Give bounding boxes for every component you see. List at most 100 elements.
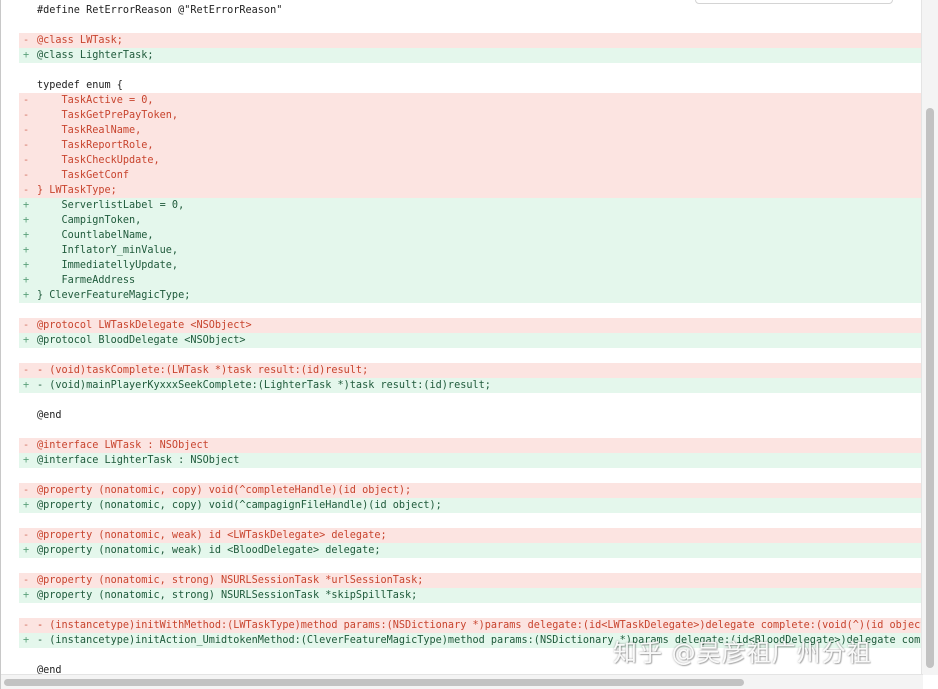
diff-line-removed: -} LWTaskType; (19, 183, 922, 198)
code-text: ImmediatellyUpdate, (37, 260, 179, 271)
code-text: TaskActive = 0, (37, 95, 154, 106)
diff-line-context (19, 513, 922, 528)
diff-line-context: #define RetErrorReason @"RetErrorReason" (19, 3, 922, 18)
diff-line-context (19, 558, 922, 573)
diff-marker: - (23, 170, 30, 181)
diff-line-removed: - @property (nonatomic, strong) NSURLSess… (19, 573, 922, 588)
code-text: @protocol LWTaskDelegate <NSObject> (37, 320, 252, 331)
code-text: @end (37, 410, 62, 421)
watermark: 知乎 @吴彦祖广州分祖 (613, 639, 872, 667)
diff-marker: + (23, 260, 30, 271)
diff-line-context (19, 423, 922, 438)
diff-marker: + (23, 545, 30, 556)
code-text: - (void)taskComplete:(LWTask *)task resu… (37, 365, 369, 376)
code-text: CampignToken, (37, 215, 142, 226)
diff-line-added: + InflatorY_minValue, (19, 243, 922, 258)
code-text: TaskRealName, (37, 125, 142, 136)
diff-line-removed: - TaskGetConf (19, 168, 922, 183)
vertical-scroll-thumb[interactable] (926, 108, 934, 668)
code-text: TaskCheckUpdate, (37, 155, 160, 166)
code-text: @property (nonatomic, weak) id <BloodDel… (37, 545, 381, 556)
horizontal-scrollbar[interactable] (1, 674, 923, 689)
diff-line-removed: - TaskGetPrePayToken, (19, 108, 922, 123)
diff-marker: - (23, 185, 30, 196)
code-text: - (instancetype)initWithMethod:(LWTaskTy… (37, 620, 922, 631)
diff-line-added: + CampignToken, (19, 213, 922, 228)
code-text: @property (nonatomic, weak) id <LWTaskDe… (37, 530, 387, 541)
diff-marker: + (23, 335, 30, 346)
code-text: @property (nonatomic, copy) void(^campag… (37, 500, 442, 511)
diff-line-removed: - TaskRealName, (19, 123, 922, 138)
code-text: - (void)mainPlayerKyxxxSeekComplete:(Lig… (37, 380, 491, 391)
diff-marker: - (23, 530, 30, 541)
code-text: @interface LighterTask : NSObject (37, 455, 240, 466)
diff-line-added: + @property (nonatomic, copy) void(^campa… (19, 498, 922, 513)
diff-line-removed: - @property (nonatomic, weak) id <LWTaskD… (19, 528, 922, 543)
diff-line-context (19, 393, 922, 408)
diff-marker: + (23, 500, 30, 511)
diff-line-context (19, 603, 922, 618)
code-text: #define RetErrorReason @"RetErrorReason" (37, 5, 283, 16)
diff-marker: - (23, 620, 30, 631)
diff-viewer: #define RetErrorReason @"RetErrorReason"… (0, 0, 938, 689)
diff-marker: + (23, 635, 30, 646)
code-text: } CleverFeatureMagicType; (37, 290, 191, 301)
code-text: ServerlistLabel = 0, (37, 200, 185, 211)
vertical-scrollbar[interactable] (921, 0, 938, 675)
diff-marker: - (23, 440, 30, 451)
diff-code-area: #define RetErrorReason @"RetErrorReason"… (19, 3, 922, 678)
diff-line-removed: - TaskCheckUpdate, (19, 153, 922, 168)
diff-marker: - (23, 110, 30, 121)
code-text: InflatorY_minValue, (37, 245, 179, 256)
diff-line-added: + } CleverFeatureMagicType; (19, 288, 922, 303)
diff-line-context (19, 63, 922, 78)
diff-line-added: + FarmeAddress (19, 273, 922, 288)
diff-line-context (19, 18, 922, 33)
diff-line-removed: -- (instancetype)initWithMethod:(LWTaskT… (19, 618, 922, 633)
diff-line-context (19, 348, 922, 363)
diff-line-added: + ServerlistLabel = 0, (19, 198, 922, 213)
code-text: FarmeAddress (37, 275, 136, 286)
diff-line-added: + @interface LighterTask : NSObject (19, 453, 922, 468)
diff-line-added: + CountlabelName, (19, 228, 922, 243)
diff-marker: + (23, 245, 30, 256)
diff-line-added: + @class LighterTask; (19, 48, 922, 63)
diff-line-added: + @protocol BloodDelegate <NSObject> (19, 333, 922, 348)
diff-marker: - (23, 575, 30, 586)
code-text: @class LWTask; (37, 35, 123, 46)
diff-line-context (19, 303, 922, 318)
diff-marker: + (23, 455, 30, 466)
diff-marker: + (23, 275, 30, 286)
diff-marker: + (23, 290, 30, 301)
diff-line-context (19, 468, 922, 483)
code-text: @property (nonatomic, strong) NSURLSessi… (37, 590, 418, 601)
code-text: TaskReportRole, (37, 140, 154, 151)
horizontal-scroll-thumb[interactable] (4, 679, 744, 686)
diff-marker: + (23, 215, 30, 226)
code-text: TaskGetConf (37, 170, 130, 181)
diff-marker: - (23, 365, 30, 376)
code-text: @interface LWTask : NSObject (37, 440, 209, 451)
diff-line-removed: - @protocol LWTaskDelegate <NSObject> (19, 318, 922, 333)
diff-marker: + (23, 50, 30, 61)
diff-marker: - (23, 140, 30, 151)
diff-line-added: + ImmediatellyUpdate, (19, 258, 922, 273)
diff-line-added: + @property (nonatomic, weak) id <BloodDe… (19, 543, 922, 558)
diff-line-context: @end (19, 408, 922, 423)
diff-marker: - (23, 35, 30, 46)
diff-line-context: typedef enum { (19, 78, 922, 93)
code-text: @property (nonatomic, strong) NSURLSessi… (37, 575, 424, 586)
diff-line-removed: - @interface LWTask : NSObject (19, 438, 922, 453)
diff-line-added: + @property (nonatomic, strong) NSURLSess… (19, 588, 922, 603)
diff-marker: + (23, 200, 30, 211)
diff-marker: - (23, 95, 30, 106)
diff-marker: - (23, 320, 30, 331)
diff-line-removed: - @property (nonatomic, copy) void(^compl… (19, 483, 922, 498)
diff-marker: - (23, 485, 30, 496)
diff-line-removed: -- (void)taskComplete:(LWTask *)task res… (19, 363, 922, 378)
diff-marker: - (23, 155, 30, 166)
diff-line-removed: - TaskActive = 0, (19, 93, 922, 108)
diff-marker: - (23, 125, 30, 136)
diff-marker: + (23, 230, 30, 241)
diff-marker: + (23, 380, 30, 391)
